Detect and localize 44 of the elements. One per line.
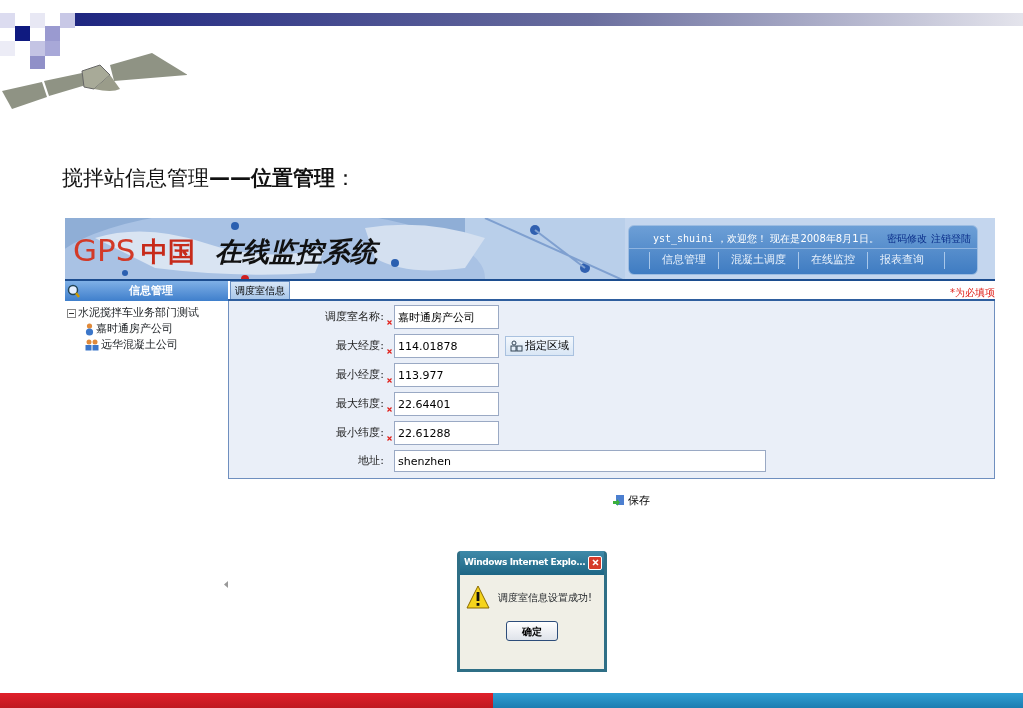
nav-item[interactable]: 报表查询 [867,252,945,269]
save-icon [613,495,624,508]
collapse-icon[interactable] [67,308,76,318]
field-label: 地址: [357,452,384,469]
tree-item[interactable]: 远华混凝土公司 [101,337,178,353]
people-icon [510,340,523,352]
input-field[interactable]: 嘉时通房产公司 [394,305,499,329]
logo-text: 中国 [141,235,196,269]
tab[interactable]: 调度室信息 [230,281,290,299]
greeting-text: ，欢迎您！ 现在是2008年8月1日。 [717,232,879,246]
save-button[interactable]: 保存 [613,493,650,510]
field-label: 最大纬度: [335,395,384,412]
close-icon [591,559,599,566]
field-label: 调度室名称: [324,308,384,325]
field-label: 最小经度: [335,366,384,383]
tree-item[interactable]: 嘉时通房产公司 [96,321,173,337]
input-field[interactable]: 22.61288 [394,421,499,445]
input-field[interactable]: shenzhen [394,450,766,472]
collapse-arrow-icon[interactable] [224,581,228,588]
person-icon [85,322,94,336]
header-link[interactable]: 注销登陆 [930,231,971,246]
dialog-message: 调度室信息设置成功! [498,590,592,605]
required-note: *为必填项 [950,286,995,300]
group-icon [85,339,99,351]
search-icon [67,283,81,299]
input-field[interactable]: 114.01878 [394,334,499,358]
tree-item[interactable]: 水泥搅拌车业务部门测试 [78,305,199,321]
input-field[interactable]: 22.64401 [394,392,499,416]
input-field[interactable]: 113.977 [394,363,499,387]
nav-item[interactable]: 在线监控 [798,252,867,269]
pick-area-button[interactable]: 指定区域 [505,335,574,357]
nav-item[interactable]: 混凝土调度 [718,252,798,269]
logo-text: GPS [73,232,136,268]
close-button[interactable] [588,556,602,570]
dialog-title: Windows Internet Explo... [464,556,586,570]
slide-title: 搅拌站信息管理——位置管理： [62,165,357,192]
sidebar-title: 信息管理 [129,282,173,299]
field-label: 最小纬度: [335,424,384,441]
ok-button[interactable]: 确定 [506,621,558,641]
username: yst_shuini [653,232,714,246]
header-link[interactable]: 密码修改 [886,231,927,246]
field-label: 最大经度: [335,337,384,354]
system-title: 在线监控系统 [215,235,378,269]
warning-icon [466,585,490,609]
